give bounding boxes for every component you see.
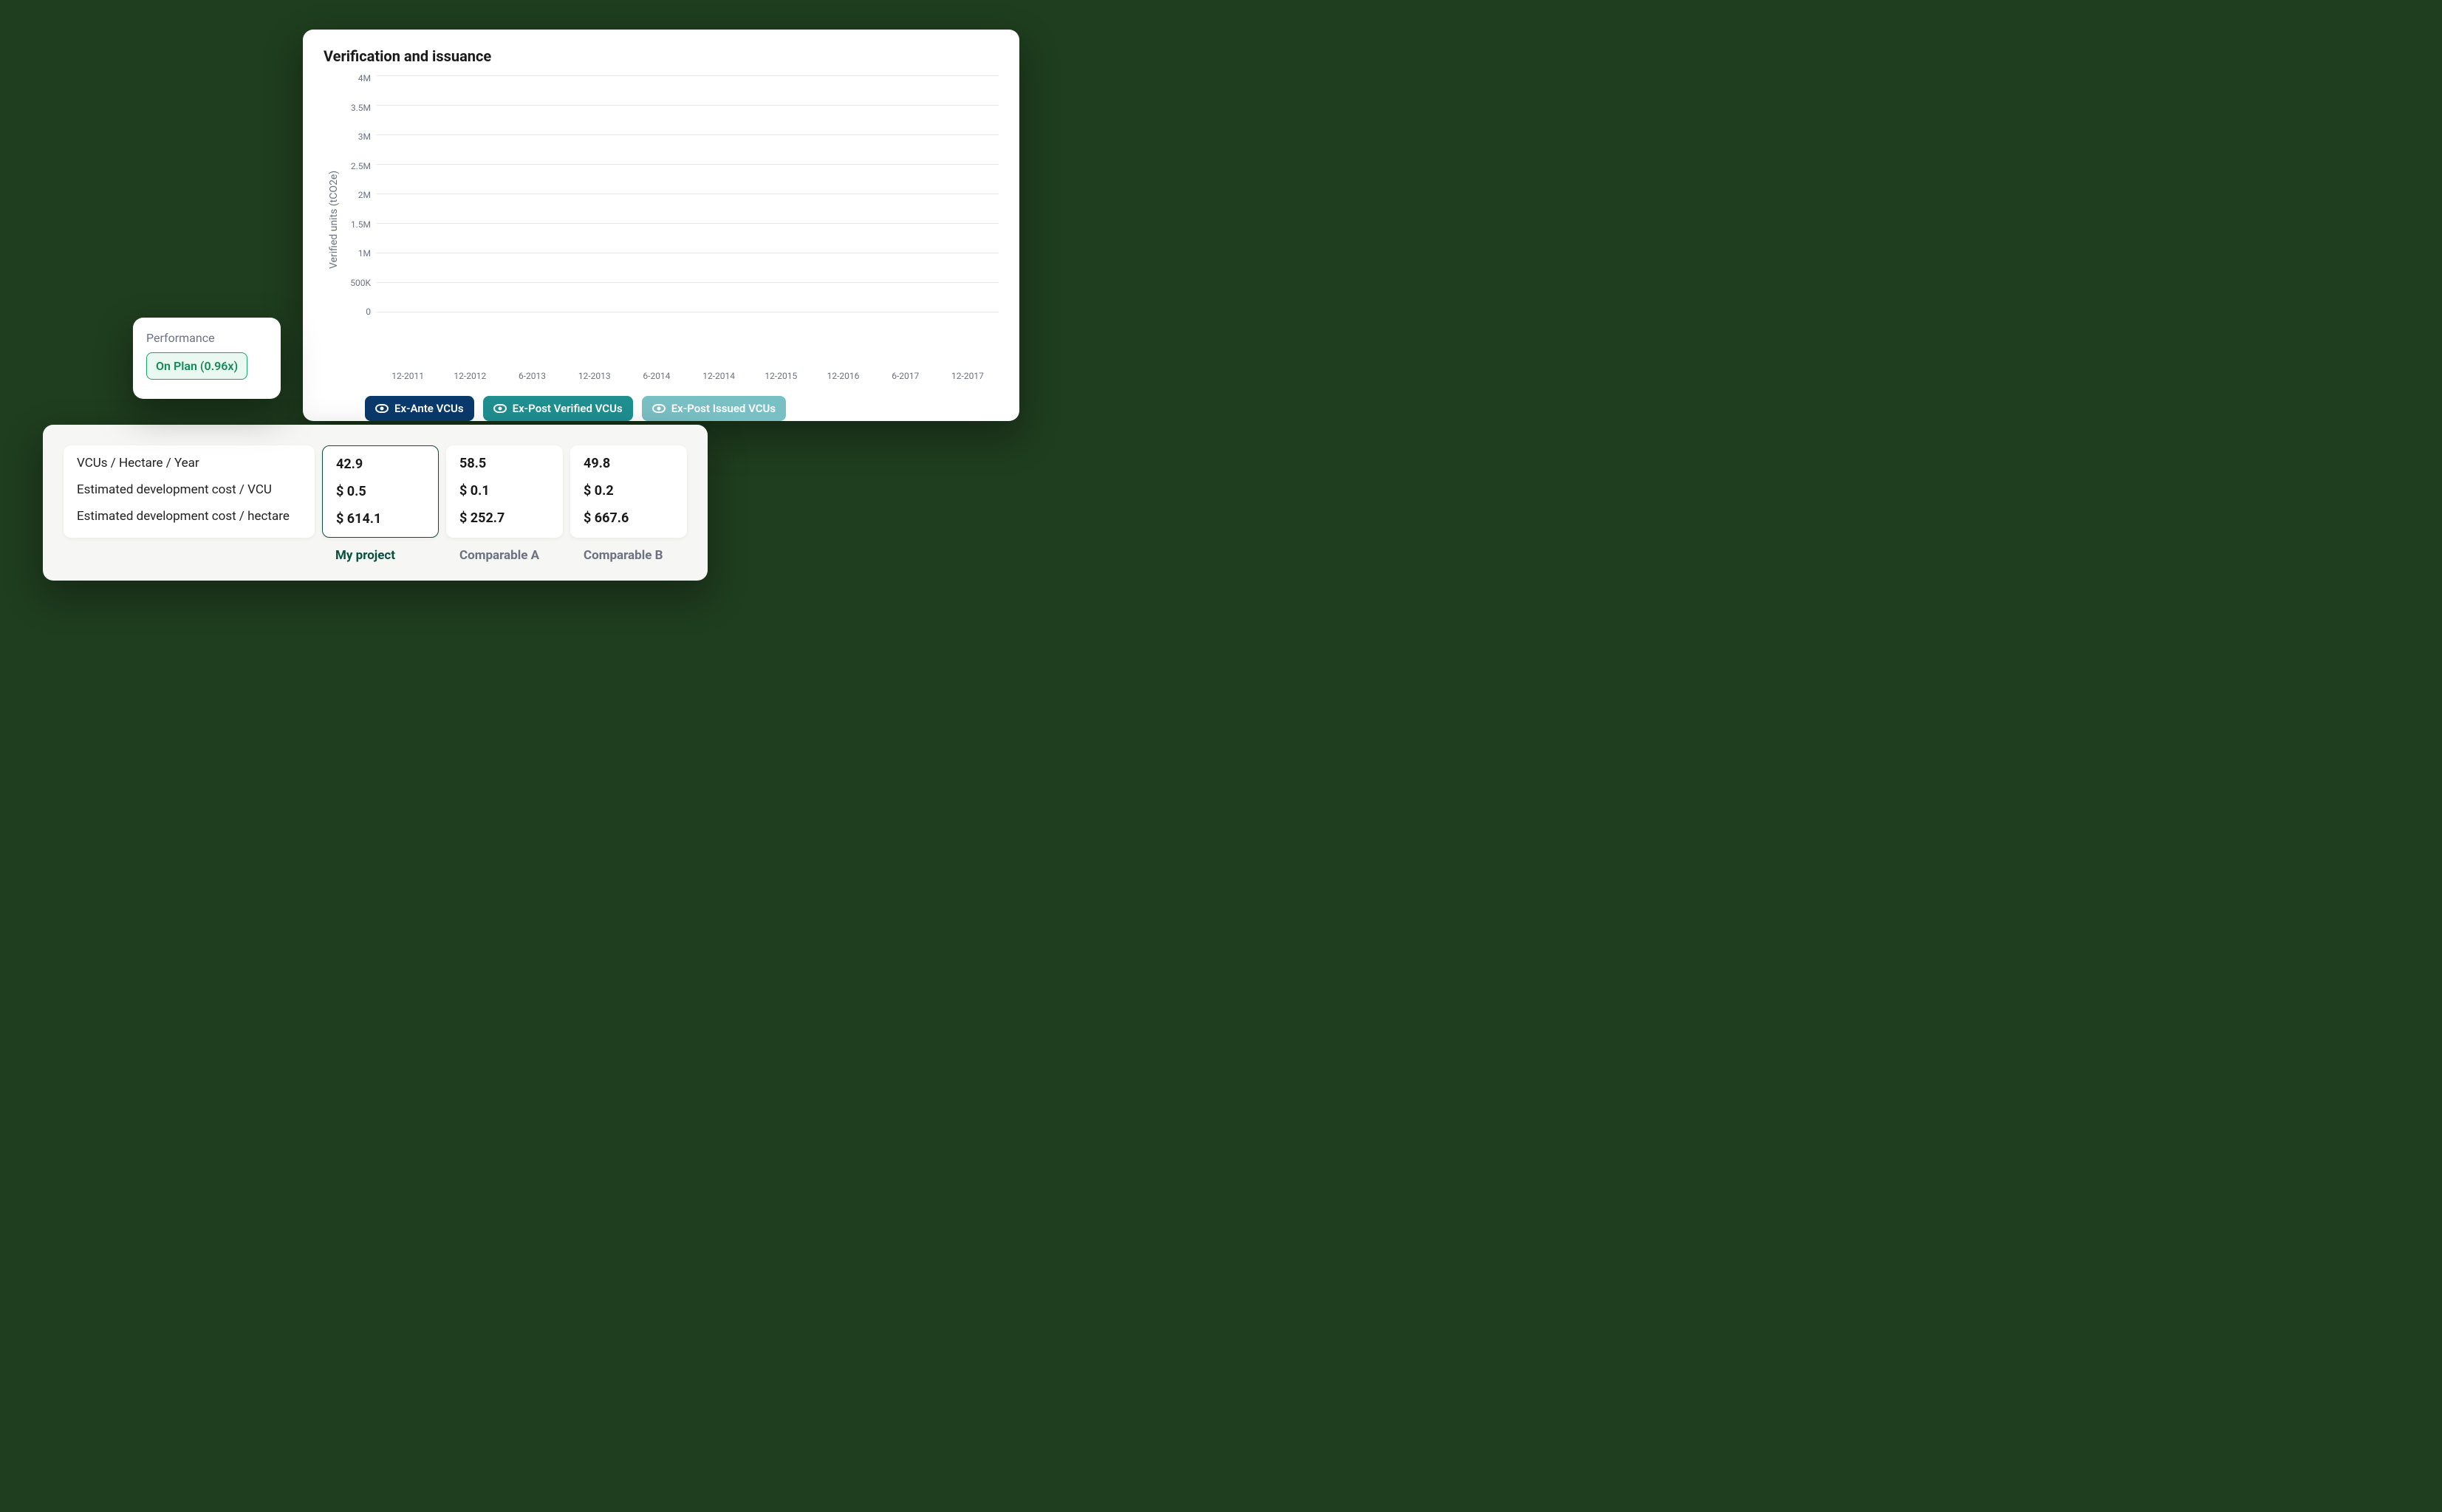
eye-icon (652, 404, 666, 413)
chart-area: Verified units (tCO2e) 4M3.5M3M2.5M2M1.5… (324, 75, 999, 363)
gridline (377, 75, 999, 76)
legend-item[interactable]: Ex-Post Issued VCUs (642, 396, 786, 421)
x-label: 12-2017 (937, 371, 999, 381)
comparison-row-labels: VCUs / Hectare / Year Estimated developme… (64, 445, 315, 538)
legend-item[interactable]: Ex-Post Verified VCUs (483, 396, 633, 421)
x-label: 12-2013 (564, 371, 626, 381)
comparison-cell: $ 0.1 (459, 483, 550, 499)
legend-item[interactable]: Ex-Ante VCUs (365, 396, 474, 421)
y-axis-ticks: 4M3.5M3M2.5M2M1.5M1M500K0 (340, 75, 371, 312)
performance-card: Performance On Plan (0.96x) (133, 318, 281, 399)
eye-icon (493, 404, 507, 413)
chart-plot (377, 75, 999, 312)
chart-legend: Ex-Ante VCUs Ex-Post Verified VCUs Ex-Post… (365, 396, 999, 421)
comparison-cell: 49.8 (584, 456, 674, 471)
comparison-cell: $ 614.1 (336, 511, 425, 527)
gridline (377, 105, 999, 106)
y-axis-label: Verified units (tCO2e) (324, 101, 340, 338)
legend-label: Ex-Ante VCUs (394, 402, 464, 415)
x-label: 12-2014 (688, 371, 750, 381)
x-label: 12-2012 (439, 371, 501, 381)
x-label: 12-2011 (377, 371, 439, 381)
gridline (377, 134, 999, 135)
verification-chart-card: Verification and issuance Verified units… (303, 30, 1019, 421)
comparison-cell: 42.9 (336, 456, 425, 472)
comparison-column-label[interactable]: Comparable B (570, 548, 687, 563)
x-label: 6-2014 (626, 371, 688, 381)
legend-label: Ex-Post Issued VCUs (671, 402, 776, 415)
comparison-row-label: Estimated development cost / VCU (77, 482, 301, 497)
x-axis-labels: 12-201112-20126-201312-20136-201412-2014… (377, 371, 999, 381)
performance-badge: On Plan (0.96x) (146, 352, 247, 380)
comparison-column-label[interactable]: My project (322, 548, 439, 563)
comparison-cell: $ 252.7 (459, 510, 550, 526)
comparison-cell: $ 0.5 (336, 484, 425, 499)
comparison-column-comp_a[interactable]: 58.5 $ 0.1 $ 252.7 (446, 445, 563, 538)
comparison-column-my_project[interactable]: 42.9 $ 0.5 $ 614.1 (322, 445, 439, 538)
x-label: 12-2015 (750, 371, 812, 381)
comparison-column-comp_b[interactable]: 49.8 $ 0.2 $ 667.6 (570, 445, 687, 538)
chart-title: Verification and issuance (324, 47, 999, 65)
comparison-row-label: Estimated development cost / hectare (77, 509, 301, 524)
x-label: 6-2013 (501, 371, 563, 381)
performance-label: Performance (146, 331, 267, 345)
x-label: 12-2016 (812, 371, 874, 381)
x-label: 6-2017 (875, 371, 937, 381)
eye-icon (375, 404, 389, 413)
comparison-table-card: VCUs / Hectare / Year Estimated developme… (43, 425, 708, 581)
comparison-cell: 58.5 (459, 456, 550, 471)
comparison-column-labels: My project Comparable A Comparable B (64, 548, 687, 563)
gridline (377, 223, 999, 224)
comparison-column-label[interactable]: Comparable A (446, 548, 563, 563)
comparison-cell: $ 0.2 (584, 483, 674, 499)
gridline (377, 164, 999, 165)
comparison-cell: $ 667.6 (584, 510, 674, 526)
comparison-grid: VCUs / Hectare / Year Estimated developme… (64, 445, 687, 538)
comparison-row-label: VCUs / Hectare / Year (77, 456, 301, 471)
legend-label: Ex-Post Verified VCUs (513, 402, 623, 415)
gridline (377, 282, 999, 283)
